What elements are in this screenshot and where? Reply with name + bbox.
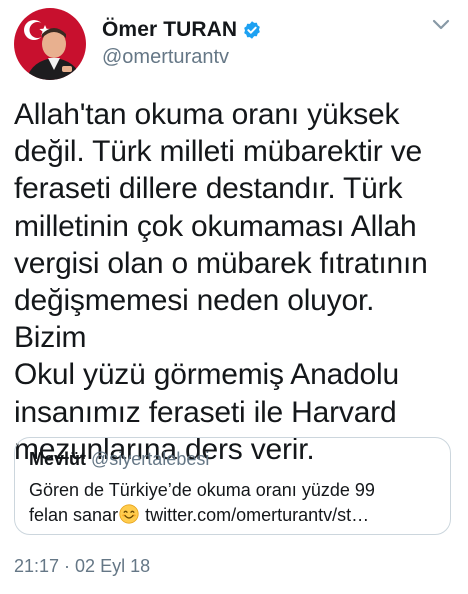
tweet: Ömer TURAN @omerturantv Allah'tan okuma … <box>0 0 468 594</box>
avatar[interactable] <box>14 8 86 80</box>
author-handle[interactable]: @omerturantv <box>102 46 229 69</box>
tweet-timestamp[interactable]: 21:17 · 02 Eyl 18 <box>14 556 150 577</box>
quoted-text-line-2-link[interactable]: twitter.com/omerturantv/st… <box>140 505 369 525</box>
quoted-text-line-2: felan sanar twitter.com/omerturantv/st… <box>29 503 434 528</box>
grinning-face-emoji-icon <box>119 504 139 524</box>
author-name-row: Ömer TURAN <box>102 17 262 43</box>
author-display-name[interactable]: Ömer TURAN <box>102 18 237 42</box>
quoted-tweet-header: Mevlüt @siyertalebesi <box>29 449 209 470</box>
quoted-tweet-text: Gören de Türkiye’de okuma oranı yüzde 99… <box>29 478 434 528</box>
chevron-down-icon[interactable] <box>428 12 454 38</box>
quoted-author-handle: @siyertalebesi <box>91 449 210 469</box>
quoted-text-line-2-prefix: felan sanar <box>29 505 119 525</box>
verified-badge-icon <box>242 20 262 40</box>
quoted-author-name: Mevlüt <box>29 449 87 469</box>
quoted-text-line-1: Gören de Türkiye’de okuma oranı yüzde 99 <box>29 480 375 500</box>
quoted-tweet-card[interactable]: Mevlüt @siyertalebesi Gören de Türkiye’de… <box>14 437 451 535</box>
tweet-text: Allah'tan okuma oranı yüksek değil. Türk… <box>14 98 428 466</box>
